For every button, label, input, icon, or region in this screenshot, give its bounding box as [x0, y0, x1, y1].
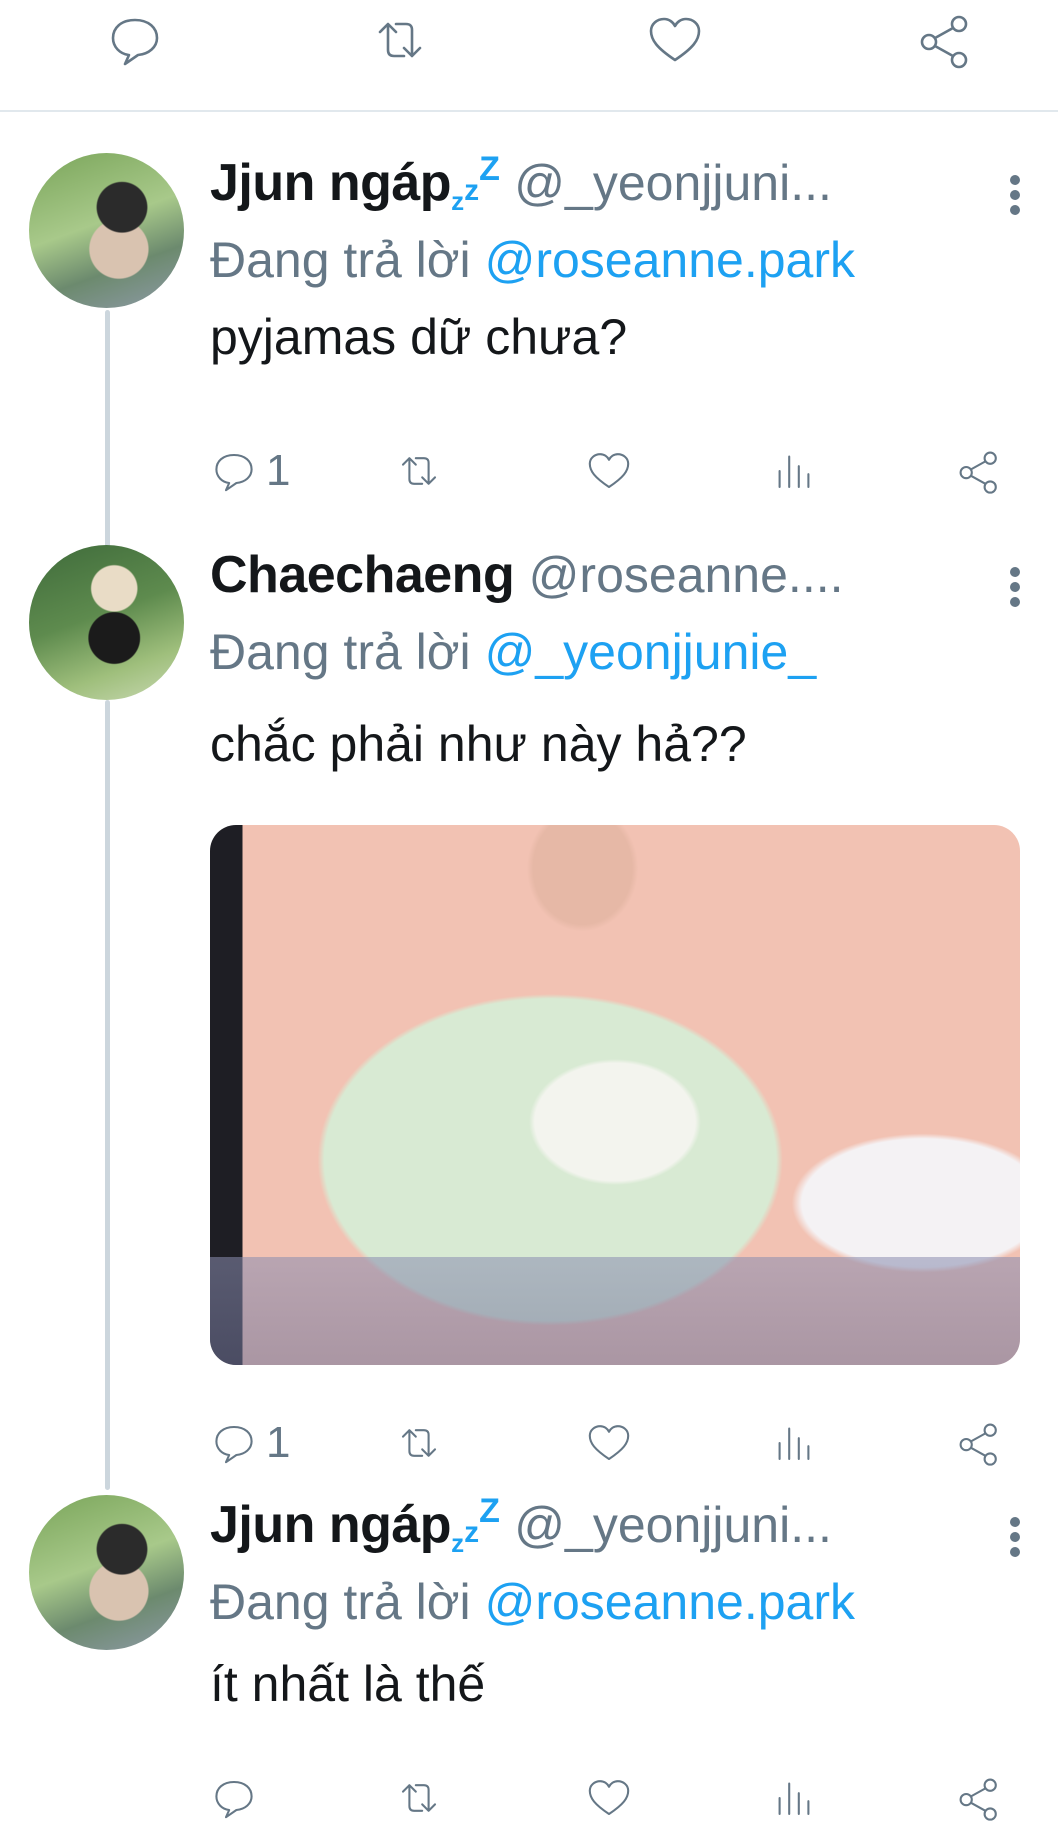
like-icon [585, 1419, 633, 1467]
display-name[interactable]: Jjun ngáp [210, 154, 452, 212]
retweet-icon [395, 447, 443, 495]
share-button[interactable] [955, 1770, 1003, 1826]
display-name[interactable]: Chaechaeng [210, 546, 515, 604]
sleep-emoji: z [464, 174, 480, 207]
analytics-button[interactable] [770, 1415, 818, 1471]
tweet-text: chắc phải như này hả?? [210, 716, 747, 772]
reply-count: 1 [266, 446, 291, 495]
like-icon[interactable] [645, 10, 705, 70]
sleep-emoji: z [451, 186, 465, 216]
sleep-emoji: z [451, 1528, 465, 1558]
analytics-icon [770, 447, 818, 495]
tweet[interactable]: Jjun ngápzzZ @_yeonjjuni... Đang trả lời… [0, 150, 1058, 499]
more-options-icon[interactable] [1008, 1515, 1022, 1559]
sleep-emoji: z [464, 1516, 480, 1549]
tweet-actions: 1 [210, 443, 1010, 499]
sleep-emoji: Z [479, 150, 500, 188]
tweet[interactable]: Chaechaeng @roseanne.... Đang trả lời @_… [0, 545, 1058, 1467]
replying-to: Đang trả lời @_yeonjjunie_ [210, 623, 816, 681]
avatar[interactable] [29, 545, 184, 700]
more-options-icon[interactable] [1008, 565, 1022, 609]
analytics-button[interactable] [770, 443, 818, 499]
tweet-media-image[interactable] [210, 825, 1020, 1365]
tweet-actions: 1 [210, 1415, 1010, 1471]
retweet-icon [395, 1774, 443, 1822]
media-decoration [210, 1257, 1020, 1365]
tweet-text: ít nhất là thế [210, 1656, 486, 1712]
more-options-icon[interactable] [1008, 173, 1022, 217]
handle[interactable]: @roseanne.... [529, 547, 844, 603]
tweet-header: Jjun ngápzzZ @_yeonjjuni... [210, 1492, 1010, 1565]
display-name[interactable]: Jjun ngáp [210, 1496, 452, 1554]
replying-to: Đang trả lời @roseanne.park [210, 231, 855, 289]
handle[interactable]: @_yeonjjuni... [514, 1497, 832, 1553]
tweet-text: pyjamas dữ chưa? [210, 309, 628, 365]
like-icon [585, 447, 633, 495]
share-button[interactable] [955, 1415, 1003, 1471]
replying-to-label: Đang trả lời [210, 624, 471, 680]
analytics-icon [770, 1774, 818, 1822]
reply-button[interactable]: 1 [210, 443, 290, 499]
tweet-header: Chaechaeng @roseanne.... [210, 545, 1010, 615]
tweet-header: Jjun ngápzzZ @_yeonjjuni... [210, 150, 1010, 223]
avatar[interactable] [29, 1495, 184, 1650]
share-button[interactable] [955, 443, 1003, 499]
reply-icon [210, 1419, 258, 1467]
analytics-button[interactable] [770, 1770, 818, 1826]
replying-to-label: Đang trả lời [210, 232, 471, 288]
avatar[interactable] [29, 153, 184, 308]
like-button[interactable] [585, 1415, 633, 1471]
share-icon [955, 1774, 1003, 1822]
top-action-bar [0, 0, 1058, 112]
reply-icon [210, 1774, 258, 1822]
replying-to-label: Đang trả lời [210, 1574, 471, 1630]
mention-link[interactable]: @roseanne.park [485, 1574, 855, 1630]
replying-to: Đang trả lời @roseanne.park [210, 1573, 855, 1631]
retweet-button[interactable] [395, 1415, 443, 1471]
retweet-icon [395, 1419, 443, 1467]
mention-link[interactable]: @roseanne.park [485, 232, 855, 288]
handle[interactable]: @_yeonjjuni... [514, 155, 832, 211]
retweet-button[interactable] [395, 443, 443, 499]
analytics-icon [770, 1419, 818, 1467]
retweet-icon[interactable] [370, 10, 430, 70]
share-icon [955, 447, 1003, 495]
share-icon[interactable] [915, 10, 975, 70]
reply-icon[interactable] [105, 10, 165, 70]
reply-icon [210, 447, 258, 495]
reply-button[interactable]: 1 [210, 1415, 290, 1471]
like-icon [585, 1774, 633, 1822]
share-icon [955, 1419, 1003, 1467]
tweet-actions [210, 1770, 1010, 1826]
reply-count: 1 [266, 1418, 291, 1467]
mention-link[interactable]: @_yeonjjunie_ [485, 624, 817, 680]
sleep-emoji: Z [479, 1492, 500, 1530]
like-button[interactable] [585, 1770, 633, 1826]
reply-button[interactable] [210, 1770, 266, 1826]
retweet-button[interactable] [395, 1770, 443, 1826]
like-button[interactable] [585, 443, 633, 499]
tweet[interactable]: Jjun ngápzzZ @_yeonjjuni... Đang trả lời… [0, 1492, 1058, 1835]
